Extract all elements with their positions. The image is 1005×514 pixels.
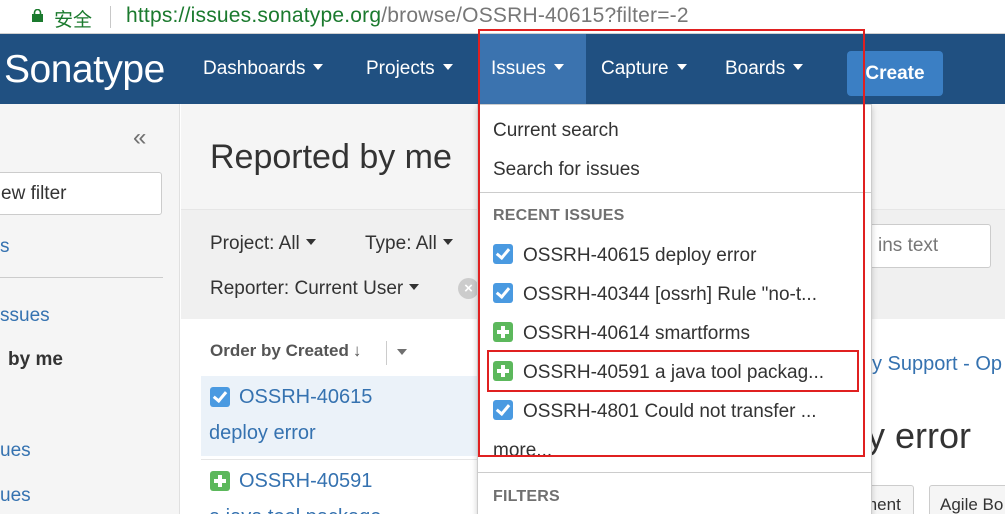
sidebar-item[interactable]: ues: [0, 440, 31, 462]
url-scheme: https://: [126, 4, 191, 27]
url-path: /browse/OSSRH-40615?filter=-2: [381, 4, 689, 27]
list-item[interactable]: OSSRH-40615 deploy error: [201, 376, 481, 456]
sidebar-link[interactable]: s: [0, 236, 10, 258]
chevron-down-icon: [305, 238, 316, 245]
issue-key[interactable]: OSSRH-40591: [239, 470, 372, 493]
sidebar-item-issues[interactable]: ssues: [0, 305, 50, 327]
project-filter[interactable]: Project: All: [210, 233, 316, 255]
new-feature-icon: [210, 471, 230, 496]
agile-board-button[interactable]: Agile Bo: [929, 485, 1005, 514]
chevron-down-icon: [442, 238, 453, 245]
chevron-down-icon[interactable]: [397, 349, 407, 355]
sonatype-logo[interactable]: Sonatype: [4, 48, 165, 92]
project-filter-label: Project: All: [210, 233, 300, 254]
browser-window: 安全 https://issues.sonatype.org/browse/OS…: [0, 0, 1005, 514]
sidebar-divider: [0, 277, 163, 278]
nav-projects-label: Projects: [366, 58, 435, 79]
issue-summary[interactable]: a java tool package: [209, 506, 381, 514]
url-host: issues.sonatype.org: [190, 4, 382, 27]
filters-heading: FILTERS: [493, 488, 560, 505]
chevron-down-icon: [409, 283, 420, 290]
nav-dashboards[interactable]: Dashboards: [191, 34, 335, 104]
text-search-input[interactable]: ins text: [851, 224, 991, 268]
reporter-filter-label: Reporter: Current User: [210, 278, 404, 299]
reporter-filter[interactable]: Reporter: Current User: [210, 278, 420, 300]
url-text[interactable]: https://issues.sonatype.org/browse/OSSRH…: [126, 4, 689, 28]
issue-key[interactable]: OSSRH-40615: [239, 386, 372, 409]
type-filter[interactable]: Type: All: [365, 233, 453, 255]
annotation-box: [478, 29, 865, 457]
sidebar-item-reported-by-me[interactable]: by me: [8, 349, 63, 371]
menu-divider: [478, 472, 871, 473]
collapse-sidebar-icon[interactable]: «: [133, 124, 146, 152]
list-item[interactable]: OSSRH-40591 a java tool package: [201, 459, 481, 514]
task-icon: [210, 387, 230, 412]
type-filter-label: Type: All: [365, 233, 437, 254]
issue-list: Order by Created ↓ OSSRH-40615 deploy err…: [181, 319, 481, 514]
issue-title: y error: [867, 415, 972, 456]
sort-down-icon: ↓: [352, 341, 362, 360]
nav-dashboards-label: Dashboards: [203, 58, 306, 79]
issue-summary[interactable]: deploy error: [209, 422, 316, 445]
lock-icon: [32, 9, 43, 22]
clear-filter-icon[interactable]: ×: [458, 278, 479, 299]
order-by-label: Order by Created: [210, 341, 349, 360]
new-filter-button[interactable]: ew filter: [0, 172, 162, 215]
chevron-down-icon: [442, 63, 453, 70]
annotation-box: [487, 350, 859, 392]
order-by-button[interactable]: Order by Created ↓: [210, 341, 361, 361]
chevron-down-icon: [313, 63, 324, 70]
page-title: Reported by me: [210, 138, 452, 176]
filters-sidebar: « ew filter s ssues by me ues ues: [0, 104, 180, 514]
order-divider: [386, 341, 387, 365]
sidebar-item[interactable]: ues: [0, 485, 31, 507]
address-separator: [110, 6, 111, 28]
secure-label: 安全: [54, 10, 93, 31]
nav-projects[interactable]: Projects: [354, 34, 465, 104]
breadcrumb[interactable]: y Support - Op: [872, 353, 1002, 376]
